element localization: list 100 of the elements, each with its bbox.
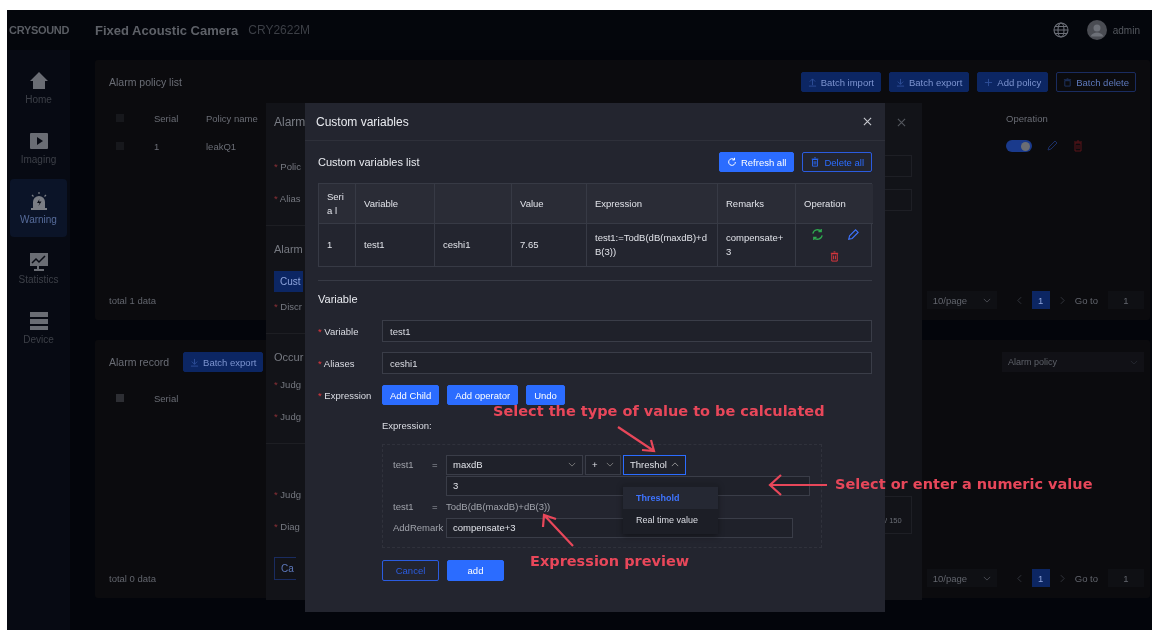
server-icon bbox=[28, 311, 49, 331]
toolbar-button[interactable]: Batch import bbox=[800, 72, 881, 92]
expression-button[interactable]: Undo bbox=[526, 385, 565, 405]
table-cell-text: leakQ1 bbox=[206, 140, 238, 152]
column-header: Serial bbox=[154, 392, 180, 404]
equals-sign: = bbox=[432, 501, 439, 512]
column-header: Remarks bbox=[718, 184, 796, 224]
model-name: CRY2622M bbox=[248, 23, 311, 37]
chevron-left-icon[interactable] bbox=[1016, 573, 1022, 583]
card-title: Alarm policy list bbox=[109, 76, 182, 88]
section-title: Variable bbox=[318, 293, 359, 307]
toolbar-button[interactable]: Batch delete bbox=[1056, 72, 1136, 92]
annotation-arrow bbox=[616, 425, 656, 453]
column-header: Variable bbox=[356, 184, 435, 224]
section-title: Custom variables list bbox=[318, 156, 420, 168]
chevron-down-icon bbox=[568, 462, 576, 467]
annotation-arrow bbox=[541, 513, 575, 548]
goto-field[interactable]: 1 bbox=[1108, 569, 1144, 587]
toolbar-button[interactable]: Add policy bbox=[977, 72, 1049, 92]
globe-icon[interactable] bbox=[1052, 22, 1069, 38]
chevron-left-icon[interactable] bbox=[1016, 295, 1022, 305]
chevron-right-icon[interactable] bbox=[1059, 295, 1065, 305]
variable-name: test1 bbox=[393, 459, 415, 470]
expression-button[interactable]: Add operator bbox=[447, 385, 519, 405]
column-header: Expression bbox=[587, 184, 718, 224]
plus-icon bbox=[984, 77, 994, 87]
add-button[interactable]: add bbox=[447, 560, 504, 581]
sidebar-item[interactable]: Warning bbox=[10, 179, 67, 237]
trash-icon[interactable] bbox=[829, 251, 840, 262]
alarm-icon bbox=[28, 191, 49, 211]
table-cell: ceshi1 bbox=[435, 224, 512, 266]
cancel-button[interactable]: Cancel bbox=[382, 560, 439, 581]
field-label: * Judg bbox=[274, 489, 302, 502]
home-icon bbox=[28, 71, 49, 91]
table-cell: 7.65 bbox=[512, 224, 587, 266]
goto-label: Go to bbox=[1074, 294, 1098, 306]
total-count: total 1 data bbox=[109, 294, 156, 306]
download-icon bbox=[896, 77, 905, 87]
refresh-icon bbox=[726, 157, 737, 167]
table-cell-text: 1 bbox=[154, 140, 161, 152]
operand-select[interactable]: maxdB bbox=[446, 454, 583, 475]
table-cell: test1:=TodB(dB(maxdB)+dB(3)) bbox=[587, 224, 718, 266]
toggle-switch[interactable] bbox=[1006, 140, 1032, 152]
expression-preview: TodB(dB(maxdB)+dB(3)) bbox=[446, 500, 551, 514]
table-cell: compensate+3 bbox=[718, 224, 796, 266]
field-label: * Expression bbox=[318, 389, 373, 401]
annotation-text: Select or enter a numeric value bbox=[835, 476, 1093, 492]
chevron-down-icon bbox=[982, 297, 991, 303]
goto-field[interactable]: 1 bbox=[1108, 291, 1144, 309]
total-count: total 0 data bbox=[109, 572, 156, 584]
expression-caption: Expression: bbox=[382, 420, 432, 433]
field-label: * Alias bbox=[274, 193, 302, 206]
chevron-down-icon bbox=[982, 575, 991, 581]
chevron-down-icon bbox=[606, 462, 614, 467]
column-header: Operation bbox=[796, 184, 873, 224]
dropdown-option[interactable]: Threshold bbox=[623, 486, 718, 509]
app-title: Fixed Acoustic Camera bbox=[95, 22, 239, 38]
card-title: Alarm record bbox=[109, 356, 170, 368]
field-label: * Judg bbox=[274, 411, 302, 424]
chevron-up-icon bbox=[671, 462, 679, 467]
annotation-arrow bbox=[768, 473, 829, 497]
trash-icon bbox=[810, 157, 821, 167]
input-field[interactable]: ceshi1 bbox=[382, 352, 872, 374]
export-button[interactable]: Batch export bbox=[183, 352, 264, 372]
toolbar-button[interactable]: Delete all bbox=[802, 152, 872, 172]
pencil-icon[interactable] bbox=[846, 228, 859, 241]
column-header: Serial bbox=[154, 112, 180, 124]
chevron-right-icon[interactable] bbox=[1059, 573, 1065, 583]
page-button[interactable]: 1 bbox=[1031, 569, 1050, 587]
page-size-select[interactable]: 10/page bbox=[926, 291, 997, 309]
user-name[interactable]: admin bbox=[1112, 24, 1140, 36]
avatar-icon[interactable] bbox=[1086, 20, 1107, 40]
table-cell: test1 bbox=[356, 224, 435, 266]
input-field[interactable]: test1 bbox=[382, 320, 872, 342]
dialog-title: Custom variables bbox=[316, 114, 409, 129]
toolbar-button[interactable]: Refresh all bbox=[718, 152, 795, 172]
equals-sign: = bbox=[432, 459, 439, 470]
field-label: AddRemark bbox=[393, 522, 445, 533]
field-label: * Aliases bbox=[318, 357, 356, 369]
table-cell: 1 bbox=[319, 224, 356, 266]
page-size-select[interactable]: 10/page bbox=[926, 569, 997, 587]
value-type-select[interactable]: Threshol bbox=[623, 454, 686, 475]
section-title: Alarm bbox=[274, 242, 303, 255]
play-icon bbox=[28, 131, 49, 151]
field-label: * Polic bbox=[274, 161, 302, 174]
operator-select[interactable]: + bbox=[585, 454, 621, 475]
toolbar-button[interactable]: Batch export bbox=[889, 72, 970, 92]
trash-icon bbox=[1063, 77, 1073, 87]
page-button[interactable]: 1 bbox=[1031, 291, 1050, 309]
cancel-button[interactable]: Ca bbox=[274, 557, 296, 580]
pencil-icon[interactable] bbox=[1046, 140, 1058, 152]
refresh-icon[interactable] bbox=[810, 228, 824, 241]
custom-button[interactable]: Cust bbox=[274, 271, 303, 292]
policy-select[interactable]: Alarm policy bbox=[1002, 352, 1144, 372]
dialog-title: Alarm bbox=[274, 114, 307, 131]
expression-button[interactable]: Add Child bbox=[382, 385, 440, 405]
field-label: * Variable bbox=[318, 325, 360, 337]
checkbox[interactable] bbox=[116, 394, 124, 402]
column-header: Seria l bbox=[319, 184, 356, 224]
field-label: * Discr bbox=[274, 301, 303, 314]
